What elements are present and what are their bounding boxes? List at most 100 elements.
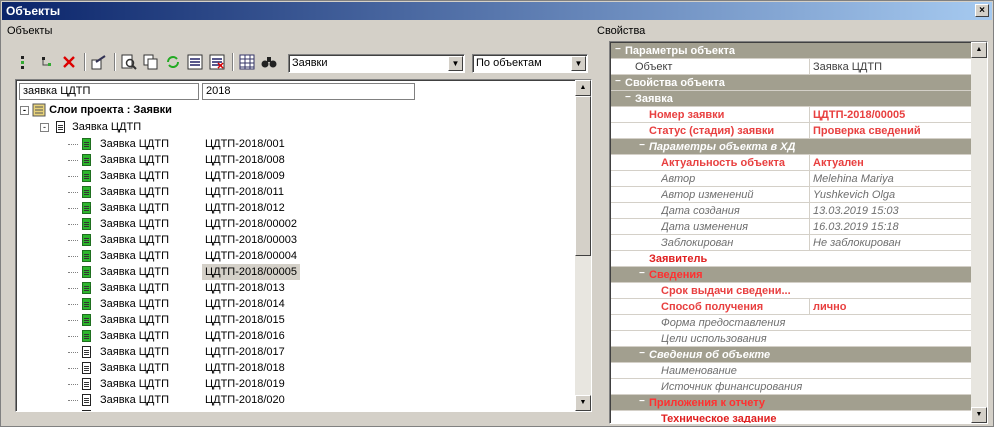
number-filter-input[interactable]: 2018	[202, 83, 415, 100]
layer-select-value: Заявки	[292, 57, 328, 69]
property-group[interactable]: − Параметры объекта в ХД	[611, 139, 973, 155]
collapse-icon[interactable]: −	[615, 77, 623, 87]
name-filter-input[interactable]: заявка ЦДТП	[19, 83, 199, 100]
collapse-icon[interactable]: −	[639, 397, 647, 407]
delete-icon[interactable]	[59, 52, 79, 72]
property-row[interactable]: Автор Melehina Mariya	[611, 171, 973, 187]
tree-item-number: ЦДТП-2018/00002	[205, 218, 297, 230]
property-group[interactable]: − Заявка	[611, 91, 973, 107]
tree-item[interactable]: Заявка ЦДТП ЦДТП-2018/015	[16, 312, 576, 328]
tree-item[interactable]: Заявка ЦДТП ЦДТП-2018/001	[16, 136, 576, 152]
property-value[interactable]: ЦДТП-2018/00005	[809, 107, 973, 123]
copy-icon[interactable]	[141, 52, 161, 72]
mode-select[interactable]: По объектам ▼	[472, 54, 588, 73]
tree-item[interactable]: Заявка ЦДТП ЦДТП-2018/00004	[16, 248, 576, 264]
property-group[interactable]: − Параметры объекта	[611, 43, 973, 59]
scroll-down-icon[interactable]: ▼	[575, 395, 591, 411]
filter-grid-icon[interactable]	[207, 52, 227, 72]
tree-item[interactable]: Заявка ЦДТП ЦДТП-2018/019	[16, 376, 576, 392]
property-row[interactable]: Цели использования	[611, 331, 973, 347]
tree-item[interactable]: Заявка ЦДТП ЦДТП-2018/016	[16, 328, 576, 344]
document-icon	[82, 362, 91, 374]
tree-item[interactable]: Заявка ЦДТП ЦДТП-2018/018	[16, 360, 576, 376]
preview-icon[interactable]	[119, 52, 139, 72]
property-group[interactable]: − Приложения к отчету	[611, 395, 973, 411]
property-row[interactable]: Дата создания 13.03.2019 15:03	[611, 203, 973, 219]
tree-connector	[68, 144, 78, 145]
tree-item[interactable]: Заявка ЦДТП ЦДТП-2018/009	[16, 168, 576, 184]
collapse-tree-icon[interactable]	[37, 52, 57, 72]
tree-item[interactable]: Заявка ЦДТП ЦДТП-2018/013	[16, 280, 576, 296]
tree-item-name: Заявка ЦДТП	[100, 282, 170, 294]
properties-grid[interactable]: − Параметры объекта Объект Заявка ЦДТП − Свой…	[609, 41, 988, 424]
property-row[interactable]: Актуальность объекта Актуален	[611, 155, 973, 171]
property-row[interactable]: Источник финансирования	[611, 379, 973, 395]
tree-item[interactable]: Заявка ЦДТП ЦДТП-2018/011	[16, 184, 576, 200]
scroll-up-icon[interactable]: ▲	[575, 80, 591, 96]
tree-item[interactable]: Заявка ЦДТП ЦДТП-2018/012	[16, 200, 576, 216]
tree-item[interactable]: Заявка ЦДТП ЦДТП-2018/017	[16, 344, 576, 360]
collapse-icon[interactable]: -	[20, 105, 29, 115]
tree-group[interactable]: - Заявка ЦДТП	[40, 119, 141, 135]
properties-icon[interactable]	[89, 52, 109, 72]
binoculars-icon[interactable]	[259, 52, 279, 72]
property-row[interactable]: Техническое задание	[611, 411, 973, 423]
property-row[interactable]: Срок выдачи сведени...	[611, 283, 973, 299]
collapse-icon[interactable]: −	[639, 141, 647, 151]
property-row[interactable]: Заблокирован Не заблокирован	[611, 235, 973, 251]
table-icon[interactable]	[237, 52, 257, 72]
tree-root[interactable]: - Слои проекта : Заявки	[20, 102, 172, 118]
collapse-icon[interactable]: −	[639, 349, 647, 359]
tree-item[interactable]: Заявка ЦДТП ЦДТП-2018/020	[16, 392, 576, 408]
tree-item[interactable]: Заявка ЦДТП ЦДТП-2018/008	[16, 152, 576, 168]
scroll-up-icon[interactable]: ▲	[971, 42, 987, 58]
property-group[interactable]: − Сведения	[611, 267, 973, 283]
properties-scrollbar[interactable]: ▲ ▼	[971, 42, 987, 423]
collapse-icon[interactable]: −	[625, 93, 633, 103]
scroll-down-icon[interactable]: ▼	[971, 407, 987, 423]
tree-scrollbar[interactable]: ▲ ▼	[575, 80, 591, 411]
tree-item[interactable]: Заявка ЦДТП ЦДТП-2018/00002	[16, 216, 576, 232]
property-name: Источник финансирования	[661, 381, 803, 393]
property-value[interactable]: Melehina Mariya	[809, 171, 973, 187]
tree-item[interactable]: Заявка ЦДТП ЦДТП-2018/00005	[16, 264, 576, 280]
property-value[interactable]: Актуален	[809, 155, 973, 171]
document-icon	[82, 314, 91, 326]
property-value[interactable]: Не заблокирован	[809, 235, 973, 251]
document-icon	[82, 186, 91, 198]
property-group[interactable]: − Свойства объекта	[611, 75, 973, 91]
tree-item[interactable]: Заявка ЦДТП ЦДТП-2018/00003	[16, 232, 576, 248]
collapse-icon[interactable]: -	[40, 122, 49, 132]
property-row[interactable]: Дата изменения 16.03.2019 15:18	[611, 219, 973, 235]
layer-select[interactable]: Заявки ▼	[288, 54, 465, 73]
property-row[interactable]: Объект Заявка ЦДТП	[611, 59, 973, 75]
collapse-icon[interactable]: −	[615, 45, 623, 55]
property-value[interactable]: Заявка ЦДТП	[809, 59, 973, 75]
refresh-icon[interactable]	[163, 52, 183, 72]
property-row[interactable]: Автор изменений Yushkevich Olga	[611, 187, 973, 203]
expand-tree-icon[interactable]	[15, 52, 35, 72]
tree-connector	[68, 336, 78, 337]
property-row[interactable]: Статус (стадия) заявки Проверка сведений	[611, 123, 973, 139]
property-value[interactable]: Проверка сведений	[809, 123, 973, 139]
property-value[interactable]: 16.03.2019 15:18	[809, 219, 973, 235]
property-value[interactable]: лично	[809, 299, 973, 315]
collapse-icon[interactable]: −	[639, 269, 647, 279]
tree-item[interactable]: Заявка ЦДТП ЦДТП-2018/021	[16, 408, 576, 411]
property-group[interactable]: − Сведения об объекте	[611, 347, 973, 363]
property-row[interactable]: Номер заявки ЦДТП-2018/00005	[611, 107, 973, 123]
chevron-down-icon[interactable]: ▼	[448, 56, 463, 71]
property-row[interactable]: Форма предоставления	[611, 315, 973, 331]
property-value[interactable]: 13.03.2019 15:03	[809, 203, 973, 219]
tree-item-number: ЦДТП-2018/017	[205, 346, 285, 358]
scroll-thumb[interactable]	[575, 96, 591, 256]
chevron-down-icon[interactable]: ▼	[571, 56, 586, 71]
property-row[interactable]: Заявитель	[611, 251, 973, 267]
property-row[interactable]: Наименование	[611, 363, 973, 379]
objects-tree[interactable]: заявка ЦДТП 2018 - Слои проекта : Заявки…	[15, 79, 592, 412]
tree-item[interactable]: Заявка ЦДТП ЦДТП-2018/014	[16, 296, 576, 312]
close-button[interactable]: ×	[975, 4, 989, 17]
select-all-icon[interactable]	[185, 52, 205, 72]
property-value[interactable]: Yushkevich Olga	[809, 187, 973, 203]
property-row[interactable]: Способ получения лично	[611, 299, 973, 315]
